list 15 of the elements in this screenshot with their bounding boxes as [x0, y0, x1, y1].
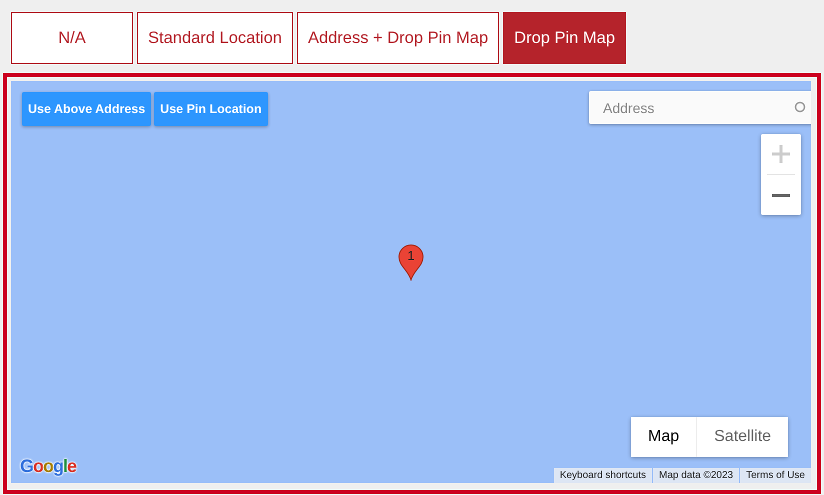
map-type-tab[interactable]: Map — [631, 417, 696, 457]
loading-icon — [794, 101, 806, 113]
map-type-tab[interactable]: Satellite — [696, 417, 788, 457]
option-tab[interactable]: Standard Location — [137, 12, 293, 64]
map-pin-icon[interactable] — [397, 243, 425, 281]
option-tab[interactable]: N/A — [11, 12, 133, 64]
footer-link[interactable]: Map data ©2023 — [653, 468, 740, 483]
option-tab[interactable]: Drop Pin Map — [503, 12, 626, 64]
footer-link[interactable]: Terms of Use — [740, 468, 811, 483]
footer-link[interactable]: Keyboard shortcuts — [554, 468, 652, 483]
logo: Google — [20, 455, 76, 477]
map-canvas[interactable]: Use Above Address Use Pin Location Address 1 Map Satellite Google Keyboard shortcuts Map data ©2023 Terms of Use — [11, 81, 811, 483]
option-tab[interactable]: Address + Drop Pin Map — [296, 12, 500, 64]
pin-label: 1 — [406, 249, 416, 263]
address-field[interactable]: Address — [589, 91, 811, 124]
